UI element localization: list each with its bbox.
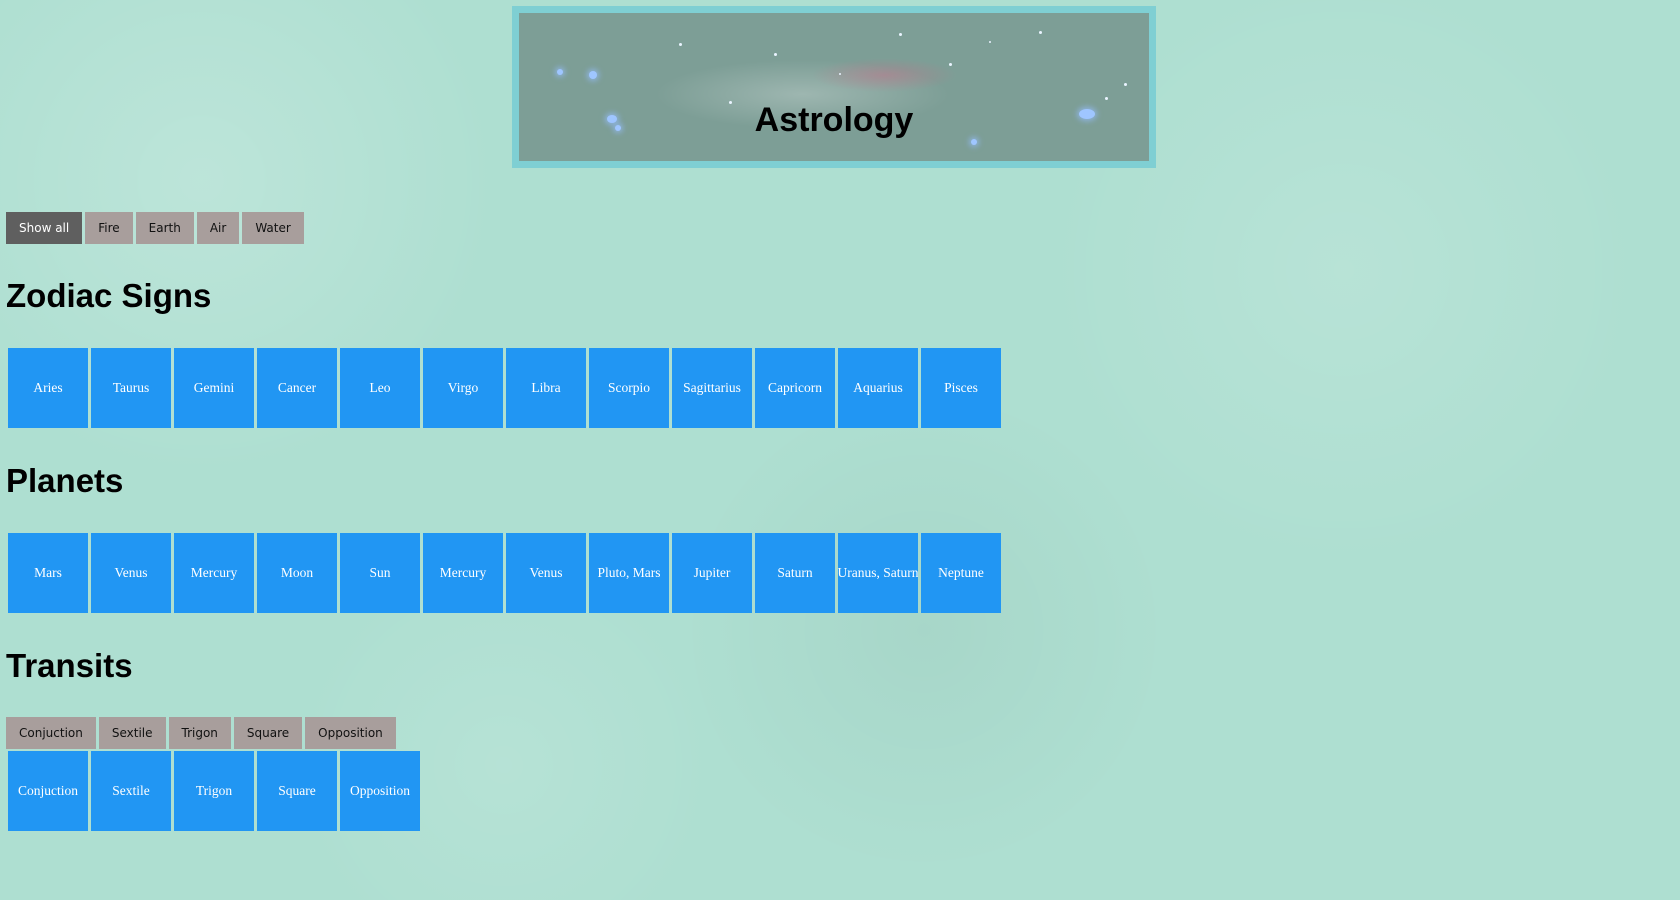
transit-filter-sextile-button[interactable]: Sextile [98,717,166,749]
zodiac-card[interactable]: Taurus [91,348,171,428]
zodiac-card[interactable]: Gemini [174,348,254,428]
filter-earth-button[interactable]: Earth [135,212,194,244]
page-title: Astrology [754,101,914,139]
zodiac-grid: Aries Taurus Gemini Cancer Leo Virgo Lib… [8,348,1001,428]
planet-card[interactable]: Uranus, Saturn [838,533,918,613]
planet-card[interactable]: Moon [257,533,337,613]
transit-card[interactable]: Opposition [340,751,420,831]
star-decoration [774,53,777,56]
transits-heading: Transits [6,647,133,684]
transit-filter-opposition-button[interactable]: Opposition [305,717,396,749]
planet-card[interactable]: Jupiter [672,533,752,613]
transit-filter-bar: Conjuction Sextile Trigon Square Opposit… [6,717,396,749]
zodiac-card[interactable]: Capricorn [755,348,835,428]
zodiac-card[interactable]: Leo [340,348,420,428]
planet-card[interactable]: Venus [506,533,586,613]
star-decoration [589,71,597,79]
planet-card[interactable]: Saturn [755,533,835,613]
planet-card[interactable]: Mars [8,533,88,613]
transit-filter-square-button[interactable]: Square [233,717,303,749]
planet-card[interactable]: Sun [340,533,420,613]
transit-card[interactable]: Square [257,751,337,831]
planet-card[interactable]: Mercury [423,533,503,613]
planets-grid: Mars Venus Mercury Moon Sun Mercury Venu… [8,533,1001,613]
star-decoration [1039,31,1042,34]
planets-heading: Planets [6,462,124,499]
zodiac-card[interactable]: Virgo [423,348,503,428]
star-decoration [899,33,902,36]
filter-air-button[interactable]: Air [196,212,240,244]
zodiac-card[interactable]: Scorpio [589,348,669,428]
transit-filter-trigon-button[interactable]: Trigon [168,717,231,749]
filter-show-all-button[interactable]: Show all [6,212,83,244]
planet-card[interactable]: Neptune [921,533,1001,613]
zodiac-card[interactable]: Pisces [921,348,1001,428]
zodiac-card[interactable]: Aries [8,348,88,428]
zodiac-card[interactable]: Cancer [257,348,337,428]
star-decoration [949,63,952,66]
transit-card[interactable]: Trigon [174,751,254,831]
planet-card[interactable]: Mercury [174,533,254,613]
filter-fire-button[interactable]: Fire [85,212,133,244]
header-banner: Astrology [512,6,1156,168]
planet-card[interactable]: Venus [91,533,171,613]
element-filter-bar: Show all Fire Earth Air Water [6,212,304,244]
star-decoration [1105,97,1108,100]
star-decoration [557,69,563,75]
transits-grid: Conjuction Sextile Trigon Square Opposit… [8,751,420,831]
zodiac-heading: Zodiac Signs [6,277,212,314]
zodiac-card[interactable]: Sagittarius [672,348,752,428]
transit-filter-conjuction-button[interactable]: Conjuction [6,717,96,749]
star-decoration [679,43,682,46]
zodiac-card[interactable]: Aquarius [838,348,918,428]
star-decoration [839,73,841,75]
filter-water-button[interactable]: Water [242,212,304,244]
zodiac-card[interactable]: Libra [506,348,586,428]
planet-card[interactable]: Pluto, Mars [589,533,669,613]
transit-card[interactable]: Conjuction [8,751,88,831]
star-decoration [1124,83,1127,86]
transit-card[interactable]: Sextile [91,751,171,831]
star-decoration [989,41,991,43]
